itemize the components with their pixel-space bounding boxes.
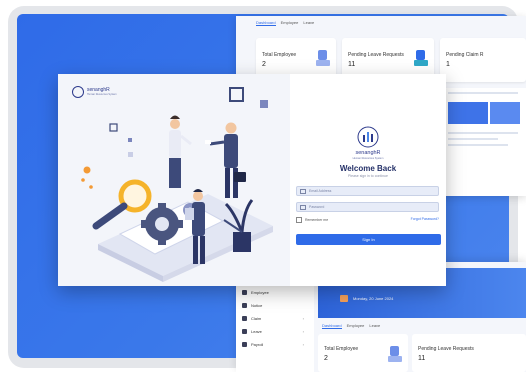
sidebar-item-leave[interactable]: Leave ›	[242, 329, 304, 334]
page-title: Welcome Back	[339, 164, 397, 173]
stat-label: Total Employee	[262, 52, 297, 58]
sidebar-item-employee[interactable]: Employee	[242, 290, 304, 295]
notice-icon	[242, 303, 247, 308]
chevron-right-icon: ›	[302, 316, 304, 321]
login-form: senanghR Human Resources System Welcome …	[290, 74, 446, 286]
stat-value: 11	[418, 355, 426, 362]
sidebar-item-notice[interactable]: Notice	[242, 303, 304, 308]
payroll-icon	[242, 342, 247, 347]
sidebar-item-label: Leave	[251, 329, 262, 334]
employee-illustration-icon	[316, 50, 330, 68]
stat-label: Pending Claim R	[446, 52, 484, 58]
page-subtitle: Please sign in to continue	[348, 174, 388, 178]
remember-label: Remember me	[305, 218, 329, 222]
tab-dashboard[interactable]: Dashboard	[256, 20, 276, 26]
tab-leave[interactable]: Leave	[303, 20, 314, 26]
tab-leave[interactable]: Leave	[369, 323, 380, 329]
password-field[interactable]: Password	[296, 202, 439, 212]
forgot-password-link[interactable]: Forgot Password?	[411, 217, 439, 221]
claim-icon	[242, 316, 247, 321]
users-icon	[242, 290, 247, 295]
dashboard-tabs: Dashboard Employee Leave	[322, 323, 380, 329]
stat-card-pending-claim: Pending Claim R 1	[440, 38, 526, 82]
stat-label: Total Employee	[324, 346, 359, 352]
background-side-panel	[444, 88, 526, 196]
chevron-right-icon: ›	[302, 329, 304, 334]
tab-employees[interactable]: Employee	[347, 323, 365, 329]
sidebar-item-label: Claim	[251, 316, 262, 321]
sidebar-item-payroll[interactable]: Payroll ›	[242, 342, 304, 347]
dashboard-tabs: Dashboard Employee Leave	[256, 20, 314, 26]
brand-logo-icon	[357, 126, 379, 148]
stat-value: 2	[324, 355, 328, 362]
stat-card-pending-leave: Pending Leave Requests 11	[412, 334, 526, 372]
brand-tagline: Human Resources System	[352, 157, 384, 160]
leave-illustration-icon	[414, 50, 428, 68]
tab-employee[interactable]: Employee	[281, 20, 299, 26]
remember-checkbox[interactable]	[296, 217, 302, 223]
calendar-icon	[340, 295, 348, 302]
employee-illustration-icon	[388, 346, 402, 364]
login-card: senanghR Human Resources System senanghR…	[58, 74, 446, 286]
stat-value: 2	[262, 61, 266, 68]
stat-label: Pending Leave Requests	[348, 52, 404, 58]
mail-icon	[300, 188, 306, 194]
stat-value: 11	[348, 61, 356, 68]
sidebar-item-label: Payroll	[251, 342, 264, 347]
sidebar-item-label: Employee	[251, 290, 269, 295]
chevron-right-icon: ›	[302, 342, 304, 347]
stat-value: 1	[446, 61, 450, 68]
tab-dashboard[interactable]: Dashboard	[322, 323, 342, 329]
remember-me[interactable]: Remember me	[296, 217, 328, 223]
stat-label: Pending Leave Requests	[418, 346, 474, 352]
sidebar-item-label: Notice	[251, 303, 263, 308]
brand-name: senanghR	[355, 150, 381, 156]
banner-date: Monday, 20 June 2024	[353, 296, 394, 301]
stat-card-total-employee: Total Employee 2	[318, 334, 408, 372]
lock-icon	[300, 204, 306, 210]
email-field[interactable]: Email Address	[296, 186, 439, 196]
sign-in-button[interactable]: Sign In	[296, 234, 441, 245]
login-illustration: senanghR Human Resources System	[58, 74, 290, 286]
password-placeholder: Password	[309, 205, 325, 209]
hr-teamwork-illustration	[81, 87, 273, 282]
sidebar-item-claim[interactable]: Claim ›	[242, 316, 304, 321]
calendar-icon	[242, 329, 247, 334]
email-placeholder: Email Address	[309, 189, 332, 193]
